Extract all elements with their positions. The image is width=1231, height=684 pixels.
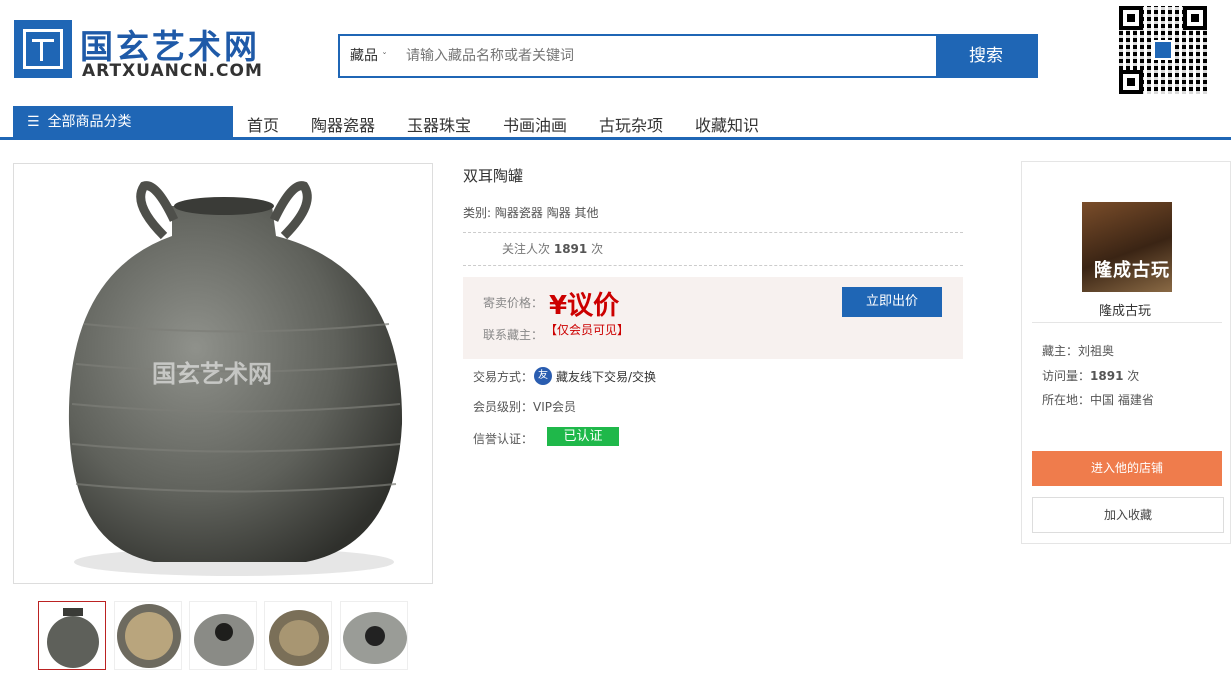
qr-code-icon <box>1119 6 1207 94</box>
location-label: 所在地： <box>1042 393 1091 407</box>
nav-item-paintings[interactable]: 书画油画 <box>503 112 567 136</box>
search-category-select[interactable]: 藏品 ˇ <box>340 36 400 76</box>
add-favorite-button[interactable]: 加入收藏 <box>1032 497 1224 533</box>
chevron-down-icon: ˇ <box>382 52 387 63</box>
location-value: 中国 福建省 <box>1090 393 1154 407</box>
nav-item-jade[interactable]: 玉器珠宝 <box>407 112 471 136</box>
trade-method-label: 交易方式： <box>473 370 534 384</box>
thumbnail-4[interactable] <box>264 601 332 670</box>
thumbnail-2[interactable] <box>114 601 182 670</box>
site-logo-domain[interactable]: ARTXUANCN.COM <box>82 61 263 81</box>
owner-value: 刘祖奥 <box>1078 344 1115 358</box>
product-title: 双耳陶罐 <box>463 167 524 185</box>
thumbnail-5[interactable] <box>340 601 408 670</box>
list-icon: ☰ <box>27 114 40 130</box>
contact-value: 【仅会员可见】 <box>545 323 630 337</box>
shop-location: 所在地：中国 福建省 <box>1042 391 1154 408</box>
nav-divider <box>0 137 1231 140</box>
shop-name[interactable]: 隆成古玩 <box>1099 300 1151 319</box>
trade-method-value: 藏友线下交易/交换 <box>556 370 657 384</box>
visits-label: 访问量： <box>1042 369 1091 383</box>
divider <box>1032 322 1222 323</box>
make-offer-button[interactable]: 立即出价 <box>842 287 942 317</box>
shop-visits: 访问量：1891 次 <box>1042 367 1139 384</box>
all-categories-label: 全部商品分类 <box>47 114 132 130</box>
price-label: 寄卖价格： <box>483 296 544 310</box>
member-level: 会员级别：VIP会员 <box>473 398 576 415</box>
follow-number: 1891 <box>553 242 588 256</box>
search-category-label: 藏品 <box>350 48 378 64</box>
visits-unit: 次 <box>1127 369 1140 383</box>
shop-owner: 藏主：刘祖奥 <box>1042 342 1114 359</box>
shop-avatar-text: 隆成古玩 <box>1094 260 1170 281</box>
nav-item-home[interactable]: 首页 <box>247 112 279 136</box>
category-label: 类别: <box>463 206 492 220</box>
owner-label: 藏主： <box>1042 344 1079 358</box>
nav-item-antiques[interactable]: 古玩杂项 <box>599 112 663 136</box>
category-value[interactable]: 陶器瓷器 陶器 其他 <box>495 206 599 220</box>
follow-unit: 次 <box>591 242 604 256</box>
nav-item-knowledge[interactable]: 收藏知识 <box>695 112 759 136</box>
product-main-image[interactable]: 国玄艺术网 <box>13 163 433 584</box>
credit-label: 信誉认证： <box>473 432 534 446</box>
follow-label: 关注人次 <box>502 242 551 256</box>
nav-item-ceramics[interactable]: 陶器瓷器 <box>311 112 375 136</box>
price-value: ¥议价 <box>549 291 620 321</box>
shop-avatar[interactable]: 隆成古玩 <box>1082 202 1172 292</box>
verified-badge: 已认证 <box>547 427 619 446</box>
enter-shop-button[interactable]: 进入他的店铺 <box>1032 451 1222 486</box>
logo-mark[interactable] <box>14 20 72 78</box>
all-categories-menu[interactable]: ☰ 全部商品分类 <box>13 106 233 139</box>
search-bar: 藏品 ˇ 搜索 <box>338 34 1038 78</box>
divider <box>463 265 963 266</box>
visits-value: 1891 <box>1090 369 1124 383</box>
contact-label: 联系藏主： <box>483 328 544 342</box>
thumbnail-3[interactable] <box>189 601 257 670</box>
member-level-label: 会员级别： <box>473 400 534 414</box>
follow-count: 关注人次 1891 次 <box>502 240 603 257</box>
divider <box>463 232 963 233</box>
search-button[interactable]: 搜索 <box>936 36 1036 76</box>
member-level-value: VIP会员 <box>533 400 577 414</box>
image-watermark: 国玄艺术网 <box>152 360 272 388</box>
friend-trade-icon: 友 <box>534 367 552 385</box>
thumbnail-1[interactable] <box>38 601 106 670</box>
search-input[interactable] <box>406 42 926 70</box>
product-category: 类别: 陶器瓷器 陶器 其他 <box>463 204 599 221</box>
